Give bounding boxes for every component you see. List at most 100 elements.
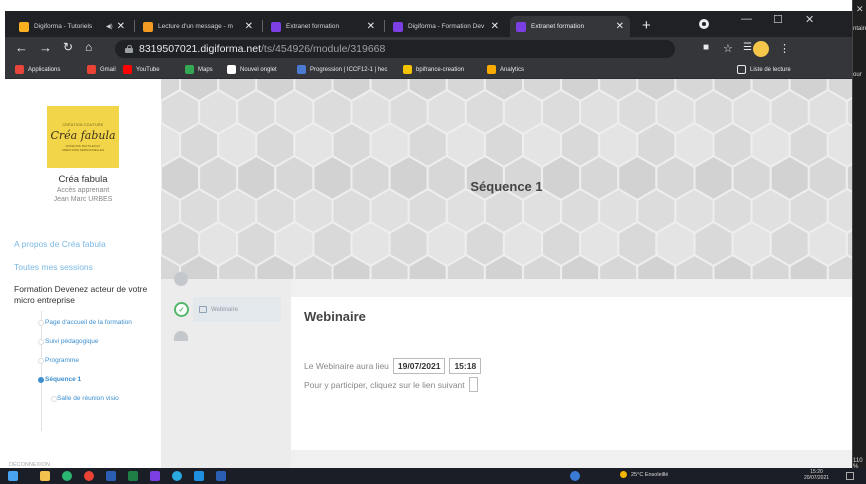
schedule-label: Le Webinaire aura lieu: [304, 361, 389, 371]
profile-avatar[interactable]: [753, 41, 769, 57]
audio-icon[interactable]: ◀): [106, 23, 113, 30]
star-icon[interactable]: ☆: [723, 42, 733, 55]
browser-tab[interactable]: Lecture d'un message - m ✕: [137, 16, 259, 37]
digiforma-icon: [271, 21, 281, 32]
user-role: Accès apprenant: [56, 187, 110, 194]
maximize-icon[interactable]: ☐: [773, 13, 783, 26]
windows-start-icon[interactable]: [8, 471, 18, 481]
new-tab-button[interactable]: +: [642, 17, 651, 34]
bookmark-item[interactable]: Applications: [15, 65, 60, 74]
app-icon[interactable]: [62, 471, 72, 481]
bookmark-icon: [15, 65, 24, 74]
app-icon[interactable]: [172, 471, 182, 481]
bookmark-item[interactable]: Nouvel onglet: [227, 65, 277, 74]
webinar-link-row: Pour y participer, cliquez sur le lien s…: [304, 377, 478, 392]
webinar-card: Webinaire Le Webinaire aura lieu 19/07/2…: [291, 297, 852, 450]
reload-icon[interactable]: ↻: [63, 40, 73, 54]
tab-search-icon[interactable]: [699, 19, 709, 29]
clock[interactable]: 15:20 20/07/2021: [804, 469, 829, 481]
bookmark-label: Gmail: [100, 66, 116, 73]
lane-node: [174, 272, 188, 286]
about-link[interactable]: A propos de Créa fabula: [14, 239, 106, 249]
close-tab-icon[interactable]: ✕: [616, 21, 624, 32]
tab-strip: Digiforma - Tutoriels ◀) ✕ Lecture d'un mes…: [5, 11, 852, 37]
notification-icon[interactable]: [846, 472, 854, 480]
lock-icon[interactable]: [125, 45, 133, 53]
browser-tab[interactable]: Extranet formation ✕: [265, 16, 381, 37]
mail-icon: [143, 21, 153, 32]
tree-node-icon: [38, 320, 44, 326]
webinar-schedule: Le Webinaire aura lieu 19/07/2021 15:18: [304, 358, 482, 374]
forward-arrow-icon[interactable]: →: [39, 40, 52, 55]
taskbar: 25°C Ensoleillé 15:20 20/07/2021: [0, 468, 866, 484]
address-bar[interactable]: 8319507021.digiforma.net/ts/454926/modul…: [115, 40, 675, 58]
weather-text: 25°C Ensoleillé: [631, 471, 669, 478]
check-icon: ✓: [174, 302, 189, 317]
menu-icon[interactable]: ⋮: [779, 42, 790, 55]
excel-icon[interactable]: [128, 471, 138, 481]
bookmark-item[interactable]: Gmail: [87, 65, 116, 74]
reading-list-button[interactable]: Liste de lecture: [737, 65, 791, 74]
close-tab-icon[interactable]: ✕: [367, 21, 375, 32]
tree-item[interactable]: Salle de réunion visio: [57, 395, 119, 402]
bookmark-icon: [87, 65, 96, 74]
app-icon[interactable]: [570, 471, 580, 481]
browser-tab[interactable]: Extranet formation ✕: [510, 16, 630, 37]
sequence-banner: Séquence 1: [161, 79, 852, 279]
close-tab-icon[interactable]: ✕: [491, 21, 499, 32]
tree-item[interactable]: Suivi pédagogique: [45, 338, 99, 345]
user-name: Jean Marc URBES: [53, 196, 113, 203]
webinar-time: 15:18: [449, 358, 482, 374]
file-explorer-icon[interactable]: [40, 471, 50, 481]
close-tab-icon[interactable]: ✕: [245, 21, 253, 32]
minimize-icon[interactable]: —: [741, 13, 752, 25]
bookmark-item[interactable]: Progression | ICCF12-1 | hec: [297, 65, 387, 74]
background-window-edge: ✕ ntaires our 110 %: [852, 0, 866, 484]
background-window-text: our: [853, 72, 862, 78]
tab-separator: [134, 20, 135, 32]
close-tab-icon[interactable]: ✕: [117, 21, 125, 32]
word-icon[interactable]: [216, 471, 226, 481]
browser-tab[interactable]: Digiforma - Formation Dev ✕: [387, 16, 505, 37]
lane-item-webinaire[interactable]: Webinaire: [193, 297, 281, 322]
bookmark-item[interactable]: YouTube: [123, 65, 160, 74]
system-tray: 25°C Ensoleillé: [620, 471, 668, 478]
webinar-link[interactable]: [468, 377, 478, 392]
app-icon[interactable]: [150, 471, 160, 481]
logo: CRÉATION COUTURE Créa fabula PASSIONS TE…: [47, 106, 119, 168]
logo-text-top: CRÉATION COUTURE: [62, 122, 104, 127]
bookmark-label: YouTube: [136, 66, 160, 73]
bookmark-item[interactable]: bpifrance-creation: [403, 65, 464, 74]
sun-icon: [620, 471, 627, 478]
bookmark-label: Applications: [28, 66, 61, 73]
chrome-icon[interactable]: [84, 471, 94, 481]
bookmark-item[interactable]: Maps: [185, 65, 213, 74]
reading-mode-icon[interactable]: ☰: [743, 42, 752, 53]
camera-icon[interactable]: ■: [703, 42, 709, 53]
tree-connector: [41, 311, 42, 431]
reading-list-label: Liste de lecture: [750, 66, 791, 73]
bookmarks-bar: Applications Gmail YouTube Maps Nouvel ongle…: [5, 61, 852, 79]
tab-separator: [262, 20, 263, 32]
page-content: CRÉATION COUTURE Créa fabula PASSIONS TE…: [5, 79, 852, 468]
bookmark-icon: [297, 65, 306, 74]
sessions-link[interactable]: Toutes mes sessions: [14, 262, 93, 272]
lane-item-label: Webinaire: [211, 306, 238, 313]
tree-item[interactable]: Séquence 1: [45, 376, 81, 383]
digiforma-icon: [516, 21, 526, 32]
digiforma-icon: [393, 21, 403, 32]
tab-title: Lecture d'un message - m: [158, 23, 233, 30]
tree-item[interactable]: Page d'accueil de la formation: [45, 319, 132, 326]
bookmark-item[interactable]: Analytics: [487, 65, 524, 74]
back-arrow-icon[interactable]: ←: [15, 40, 28, 55]
close-icon[interactable]: ✕: [856, 4, 864, 15]
browser-tab[interactable]: Digiforma - Tutoriels ◀) ✕: [13, 16, 131, 37]
tree-item[interactable]: Programme: [45, 357, 79, 364]
home-icon[interactable]: ⌂: [85, 40, 92, 54]
video-icon: [199, 306, 207, 313]
browser-toolbar: ← → ↻ ⌂ 8319507021.digiforma.net/ts/4549…: [5, 37, 852, 61]
word-icon[interactable]: [106, 471, 116, 481]
sidebar: CRÉATION COUTURE Créa fabula PASSIONS TE…: [5, 79, 161, 468]
close-window-icon[interactable]: ✕: [805, 13, 814, 26]
app-icon[interactable]: [194, 471, 204, 481]
